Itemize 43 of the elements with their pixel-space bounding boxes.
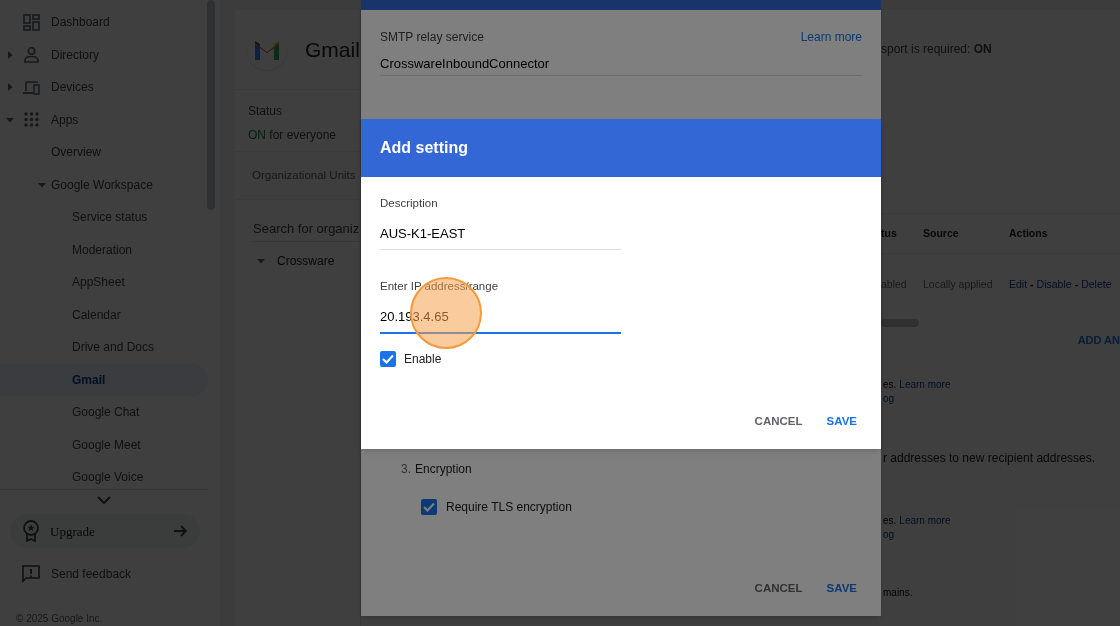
- chevron-down-icon[interactable]: [97, 495, 111, 505]
- field-label: Enter IP address/range: [380, 279, 499, 295]
- checkbox[interactable]: [421, 499, 437, 515]
- apps-grid-icon: [23, 111, 40, 129]
- action-link[interactable]: Disable: [1036, 277, 1072, 293]
- caret-down-icon[interactable]: [257, 257, 265, 265]
- checkbox-label: Require TLS encryption: [446, 499, 572, 516]
- section-number: 3.: [401, 461, 411, 478]
- link[interactable]: Learn more: [899, 513, 951, 528]
- connector-name-field[interactable]: CrosswareInboundConnector: [380, 52, 862, 76]
- description-text: mains.: [883, 586, 913, 600]
- app-title: Gmail: [305, 36, 360, 63]
- field-label: SMTP relay service: [380, 29, 484, 46]
- description-text: es.: [883, 378, 897, 392]
- checkbox-label: Enable: [404, 350, 442, 368]
- devices-icon: [23, 78, 40, 96]
- horizontal-scrollbar[interactable]: [881, 319, 919, 327]
- checkbox[interactable]: [380, 350, 396, 367]
- save-button[interactable]: SAVE: [818, 407, 865, 437]
- action-link[interactable]: Delete: [1081, 277, 1112, 293]
- caret-down-icon[interactable]: [38, 180, 46, 189]
- dashboard-icon: [23, 13, 40, 31]
- save-button[interactable]: SAVE: [818, 574, 865, 604]
- separator-text: -: [1074, 277, 1079, 293]
- dialog-title: Add setting: [380, 138, 468, 158]
- action-link[interactable]: Edit: [1009, 277, 1028, 293]
- cancel-button[interactable]: CANCEL: [746, 574, 811, 604]
- input-field[interactable]: AUS-K1-EAST: [380, 222, 621, 251]
- separator-text: -: [1030, 277, 1034, 293]
- caret-right-icon[interactable]: [6, 50, 14, 59]
- person-icon: [23, 46, 40, 64]
- award-icon: [22, 520, 40, 543]
- section-title: Encryption: [415, 461, 472, 478]
- link[interactable]: Learn more: [899, 377, 951, 392]
- description-text: es.: [883, 514, 897, 528]
- learn-more-link[interactable]: Learn more: [800, 28, 862, 46]
- field-label: Description: [380, 196, 438, 211]
- arrow-right-icon: [174, 525, 188, 538]
- caret-right-icon[interactable]: [6, 83, 14, 92]
- feedback-icon: [22, 565, 40, 584]
- caret-down-icon[interactable]: [6, 115, 14, 124]
- sidebar-item[interactable]: Gmail: [0, 363, 208, 396]
- cancel-button[interactable]: CANCEL: [746, 407, 811, 437]
